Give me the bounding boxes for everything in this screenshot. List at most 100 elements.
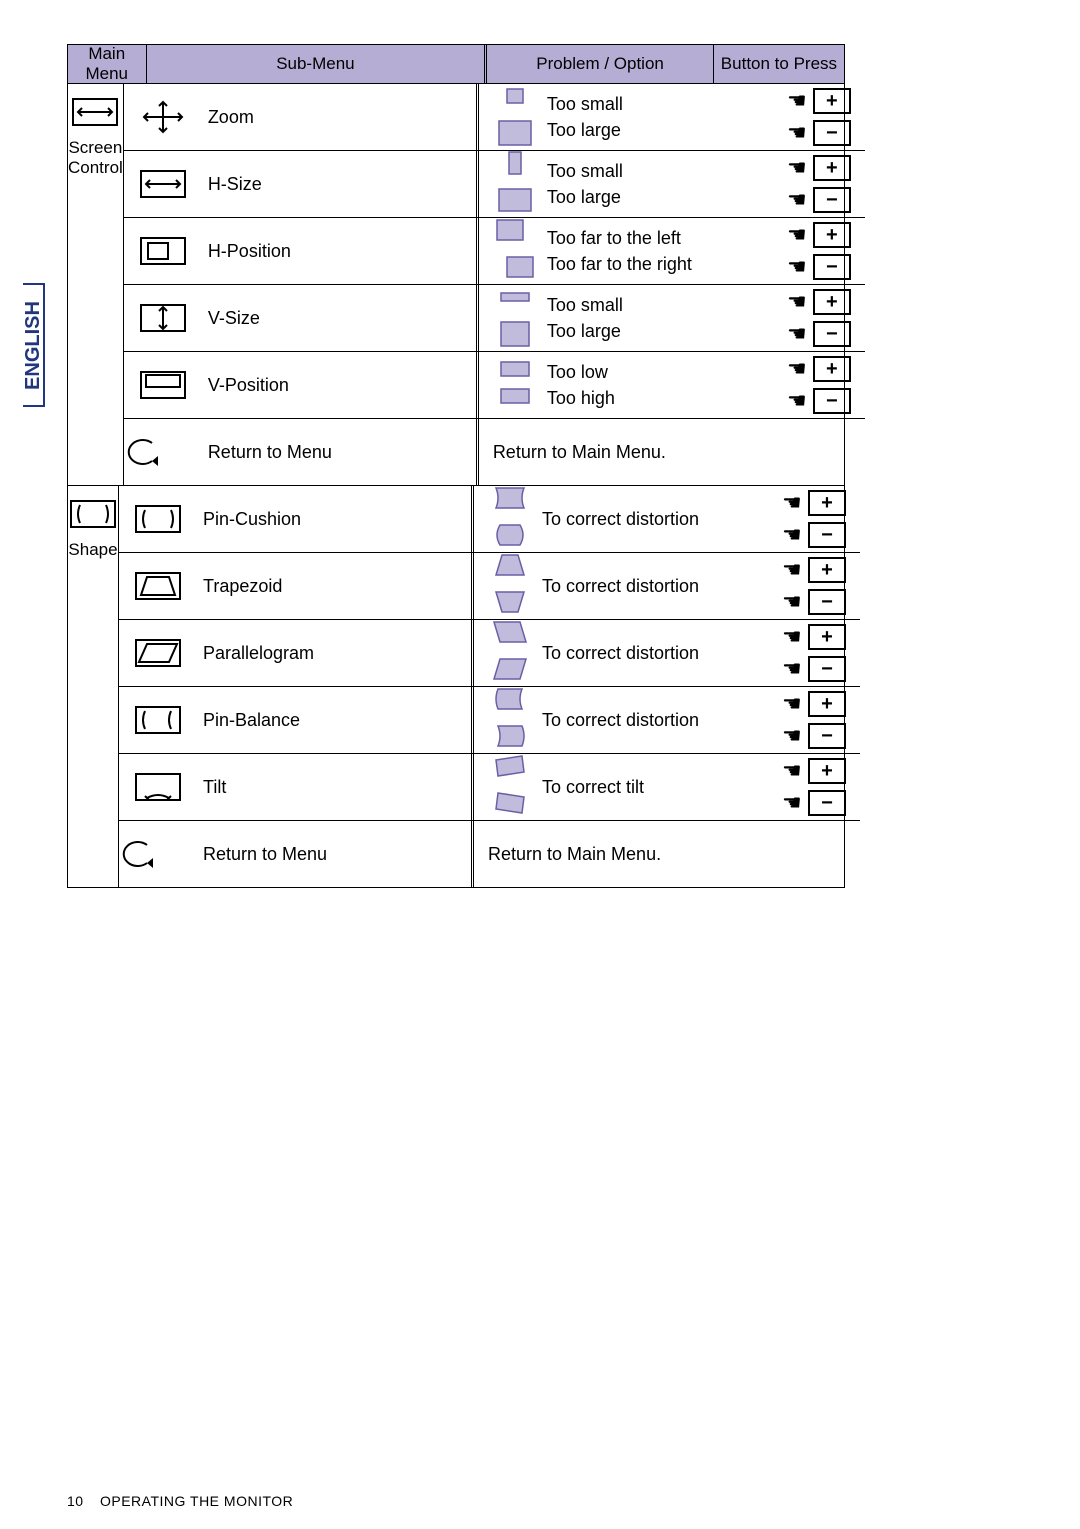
problem-cell: Too smallToo large ☛ + ☛ − bbox=[479, 84, 865, 150]
minus-key-icon: − bbox=[813, 187, 851, 213]
minus-key-icon: − bbox=[808, 790, 846, 816]
button-to-press: ☛ + ☛ − bbox=[782, 624, 846, 682]
minus-key-icon: − bbox=[808, 589, 846, 615]
hand-icon: ☛ bbox=[782, 559, 802, 581]
language-tab-label: ENGLISH bbox=[22, 301, 45, 390]
press-plus: ☛ + bbox=[787, 356, 851, 382]
parallelogram-icon bbox=[131, 634, 185, 672]
button-to-press: ☛ + ☛ − bbox=[782, 758, 846, 816]
table-row: H-SizeToo smallToo large ☛ + ☛ − bbox=[124, 151, 865, 218]
minus-key-icon: − bbox=[813, 388, 851, 414]
pincushion-icon bbox=[131, 500, 185, 538]
press-minus: ☛ − bbox=[787, 254, 851, 280]
sub-menu-cell: V-Size bbox=[124, 285, 479, 351]
hand-icon: ☛ bbox=[787, 157, 807, 179]
sub-menu-label: H-Position bbox=[208, 241, 291, 262]
hand-icon: ☛ bbox=[782, 760, 802, 782]
plus-key-icon: + bbox=[813, 289, 851, 315]
problem-text: To correct tilt bbox=[542, 774, 644, 800]
press-plus: ☛ + bbox=[787, 88, 851, 114]
header-button: Button to Press bbox=[714, 45, 844, 83]
trap-bottom bbox=[490, 588, 530, 621]
press-minus: ☛ − bbox=[782, 723, 846, 749]
rect-low bbox=[495, 350, 535, 383]
hand-icon: ☛ bbox=[782, 693, 802, 715]
hand-icon: ☛ bbox=[787, 224, 807, 246]
sub-menu-label: Pin-Cushion bbox=[203, 509, 301, 530]
button-to-press: ☛ + ☛ − bbox=[782, 490, 846, 548]
pinbal-right bbox=[490, 722, 530, 755]
rect-left bbox=[495, 216, 535, 249]
table-row: V-PositionToo lowToo high ☛ + ☛ − bbox=[124, 352, 865, 419]
rect-wide bbox=[495, 186, 535, 219]
table-row: V-Size Too smallToo large ☛ + ☛ − bbox=[124, 285, 865, 352]
problem-text: Return to Main Menu. bbox=[488, 841, 661, 867]
press-plus: ☛ + bbox=[782, 691, 846, 717]
main-menu-label: Screen Control bbox=[68, 138, 123, 179]
sub-menu-cell: Tilt bbox=[119, 754, 474, 820]
return-icon bbox=[136, 433, 190, 471]
press-minus: ☛ − bbox=[782, 589, 846, 615]
plus-key-icon: + bbox=[813, 356, 851, 382]
problem-cell: Return to Main Menu. bbox=[474, 821, 860, 887]
sub-menu-label: Pin-Balance bbox=[203, 710, 300, 731]
problem-text: Return to Main Menu. bbox=[493, 439, 666, 465]
minus-key-icon: − bbox=[813, 254, 851, 280]
para-left bbox=[490, 618, 530, 651]
plus-key-icon: + bbox=[808, 557, 846, 583]
press-plus: ☛ + bbox=[782, 490, 846, 516]
main-menu-label: Shape bbox=[68, 540, 117, 560]
main-menu-cell: Screen Control bbox=[68, 84, 124, 485]
sq-small bbox=[495, 82, 535, 115]
hand-icon: ☛ bbox=[787, 390, 807, 412]
tilt-right bbox=[490, 789, 530, 822]
sub-menu-label: Zoom bbox=[208, 107, 254, 128]
table-header: Main Menu Sub-Menu Problem / Option Butt… bbox=[68, 45, 844, 83]
tilt-icon bbox=[131, 768, 185, 806]
trap-top bbox=[490, 551, 530, 584]
minus-key-icon: − bbox=[808, 656, 846, 682]
problem-text: To correct distortion bbox=[542, 506, 699, 532]
minus-key-icon: − bbox=[808, 723, 846, 749]
problem-cell: Too lowToo high ☛ + ☛ − bbox=[479, 352, 865, 418]
plus-key-icon: + bbox=[808, 691, 846, 717]
problem-text: Too smallToo large bbox=[547, 91, 623, 143]
header-main: Main Menu bbox=[68, 45, 147, 83]
press-plus: ☛ + bbox=[782, 758, 846, 784]
sub-menu-cell: Trapezoid bbox=[119, 553, 474, 619]
sub-menu-cell: H-Position bbox=[124, 218, 479, 284]
table-row: Return to Menu Return to Main Menu. bbox=[119, 821, 860, 887]
plus-key-icon: + bbox=[813, 88, 851, 114]
press-minus: ☛ − bbox=[782, 790, 846, 816]
press-minus: ☛ − bbox=[787, 388, 851, 414]
button-to-press: ☛ + ☛ − bbox=[787, 88, 851, 146]
table-row: ParallelogramTo correct distortion ☛ + ☛… bbox=[119, 620, 860, 687]
press-plus: ☛ + bbox=[782, 557, 846, 583]
pincushion-in bbox=[490, 484, 530, 517]
sub-menu-cell: Return to Menu bbox=[119, 821, 474, 887]
hand-icon: ☛ bbox=[787, 189, 807, 211]
sub-menu-cell: Return to Menu bbox=[124, 419, 479, 485]
hand-icon: ☛ bbox=[782, 626, 802, 648]
hand-icon: ☛ bbox=[782, 725, 802, 747]
hand-icon: ☛ bbox=[782, 524, 802, 546]
page-footer: 10 OPERATING THE MONITOR bbox=[67, 1493, 293, 1509]
problem-text: Too smallToo large bbox=[547, 292, 623, 344]
language-tab: ENGLISH bbox=[23, 283, 45, 407]
rect-right bbox=[495, 253, 535, 286]
press-minus: ☛ − bbox=[787, 321, 851, 347]
rect-short bbox=[495, 283, 535, 316]
rect-narrow bbox=[495, 149, 535, 182]
menu-section: Screen Control ZoomToo smallToo large ☛ … bbox=[68, 83, 844, 485]
problem-text: To correct distortion bbox=[542, 640, 699, 666]
plus-key-icon: + bbox=[808, 490, 846, 516]
page-number: 10 bbox=[67, 1493, 84, 1509]
hand-icon: ☛ bbox=[787, 256, 807, 278]
button-to-press: ☛ + ☛ − bbox=[782, 557, 846, 615]
plus-key-icon: + bbox=[813, 155, 851, 181]
button-to-press: ☛ + ☛ − bbox=[787, 222, 851, 280]
problem-cell: Too far to the leftToo far to the right … bbox=[479, 218, 865, 284]
table-row: Return to Menu Return to Main Menu. bbox=[124, 419, 865, 485]
hand-icon: ☛ bbox=[787, 323, 807, 345]
hand-icon: ☛ bbox=[782, 658, 802, 680]
